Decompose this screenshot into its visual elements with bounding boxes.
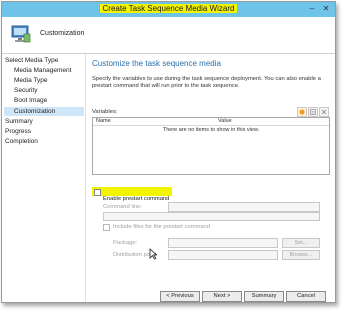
browse-button[interactable]: Browse... bbox=[282, 250, 320, 260]
nav-item-progress[interactable]: Progress bbox=[5, 128, 31, 135]
include-files-label: Include files for the prestart command bbox=[113, 224, 210, 230]
close-button[interactable]: ✕ bbox=[320, 4, 332, 14]
list-icon bbox=[310, 109, 316, 115]
title-bar[interactable]: Create Task Sequence Media Wizard – ✕ bbox=[2, 2, 335, 17]
window-controls: – ✕ bbox=[306, 4, 332, 14]
nav-item-media-management[interactable]: Media Management bbox=[14, 67, 71, 74]
computer-icon bbox=[11, 25, 31, 43]
mouse-cursor-icon bbox=[149, 248, 157, 260]
content-panel: Customize the task sequence media Specif… bbox=[86, 54, 335, 302]
new-variable-icon[interactable] bbox=[297, 107, 307, 117]
package-input[interactable] bbox=[168, 238, 278, 248]
minimize-button[interactable]: – bbox=[306, 4, 318, 14]
cancel-button[interactable]: Cancel bbox=[286, 291, 326, 302]
nav-item-media-type[interactable]: Media Type bbox=[14, 77, 47, 84]
delete-icon[interactable] bbox=[319, 107, 329, 117]
command-line-input-ext bbox=[103, 212, 320, 221]
grid-header: Name Value bbox=[93, 118, 329, 126]
package-label: Package: bbox=[113, 240, 138, 246]
empty-message: There are no items to show in this view. bbox=[162, 127, 260, 133]
distribution-point-input[interactable] bbox=[168, 250, 278, 260]
wizard-window: Create Task Sequence Media Wizard – ✕ Cu… bbox=[1, 1, 336, 303]
column-header-value[interactable]: Value bbox=[218, 118, 232, 124]
wizard-header: Customization bbox=[2, 17, 335, 54]
nav-item-security[interactable]: Security bbox=[14, 87, 37, 94]
page-description: Specify the variables to use during the … bbox=[92, 76, 321, 89]
window-title: Create Task Sequence Media Wizard bbox=[2, 4, 335, 13]
nav-item-summary[interactable]: Summary bbox=[5, 118, 33, 125]
set-button[interactable]: Set... bbox=[282, 238, 320, 248]
nav-item-boot-image[interactable]: Boot Image bbox=[14, 97, 47, 104]
properties-icon[interactable] bbox=[308, 107, 318, 117]
previous-button[interactable]: < Previous bbox=[160, 291, 200, 302]
page-title: Customize the task sequence media bbox=[92, 59, 221, 68]
header-page-label: Customization bbox=[40, 30, 85, 37]
nav-item-completion[interactable]: Completion bbox=[5, 138, 38, 145]
command-line-input[interactable] bbox=[168, 202, 320, 212]
prestart-checkbox-label: Enable prestart command bbox=[103, 196, 170, 202]
next-button[interactable]: Next > bbox=[202, 291, 242, 302]
prestart-checkbox-row[interactable]: Enable prestart command bbox=[92, 187, 173, 202]
column-header-name[interactable]: Name bbox=[96, 118, 111, 124]
x-icon bbox=[321, 109, 327, 115]
nav-item-customization[interactable]: Customization bbox=[4, 107, 84, 116]
command-line-label: Command line: bbox=[103, 204, 142, 210]
include-files-checkbox[interactable] bbox=[103, 224, 110, 231]
nav-item-select-media-type[interactable]: Select Media Type bbox=[5, 57, 58, 64]
summary-button[interactable]: Summary bbox=[244, 291, 284, 302]
window-title-text: Create Task Sequence Media Wizard bbox=[99, 4, 238, 13]
wizard-nav: Select Media Type Media Management Media… bbox=[2, 54, 86, 302]
variables-label: Variables: bbox=[92, 109, 118, 115]
star-icon bbox=[299, 109, 305, 115]
variables-grid[interactable]: Name Value There are no items to show in… bbox=[92, 117, 330, 175]
